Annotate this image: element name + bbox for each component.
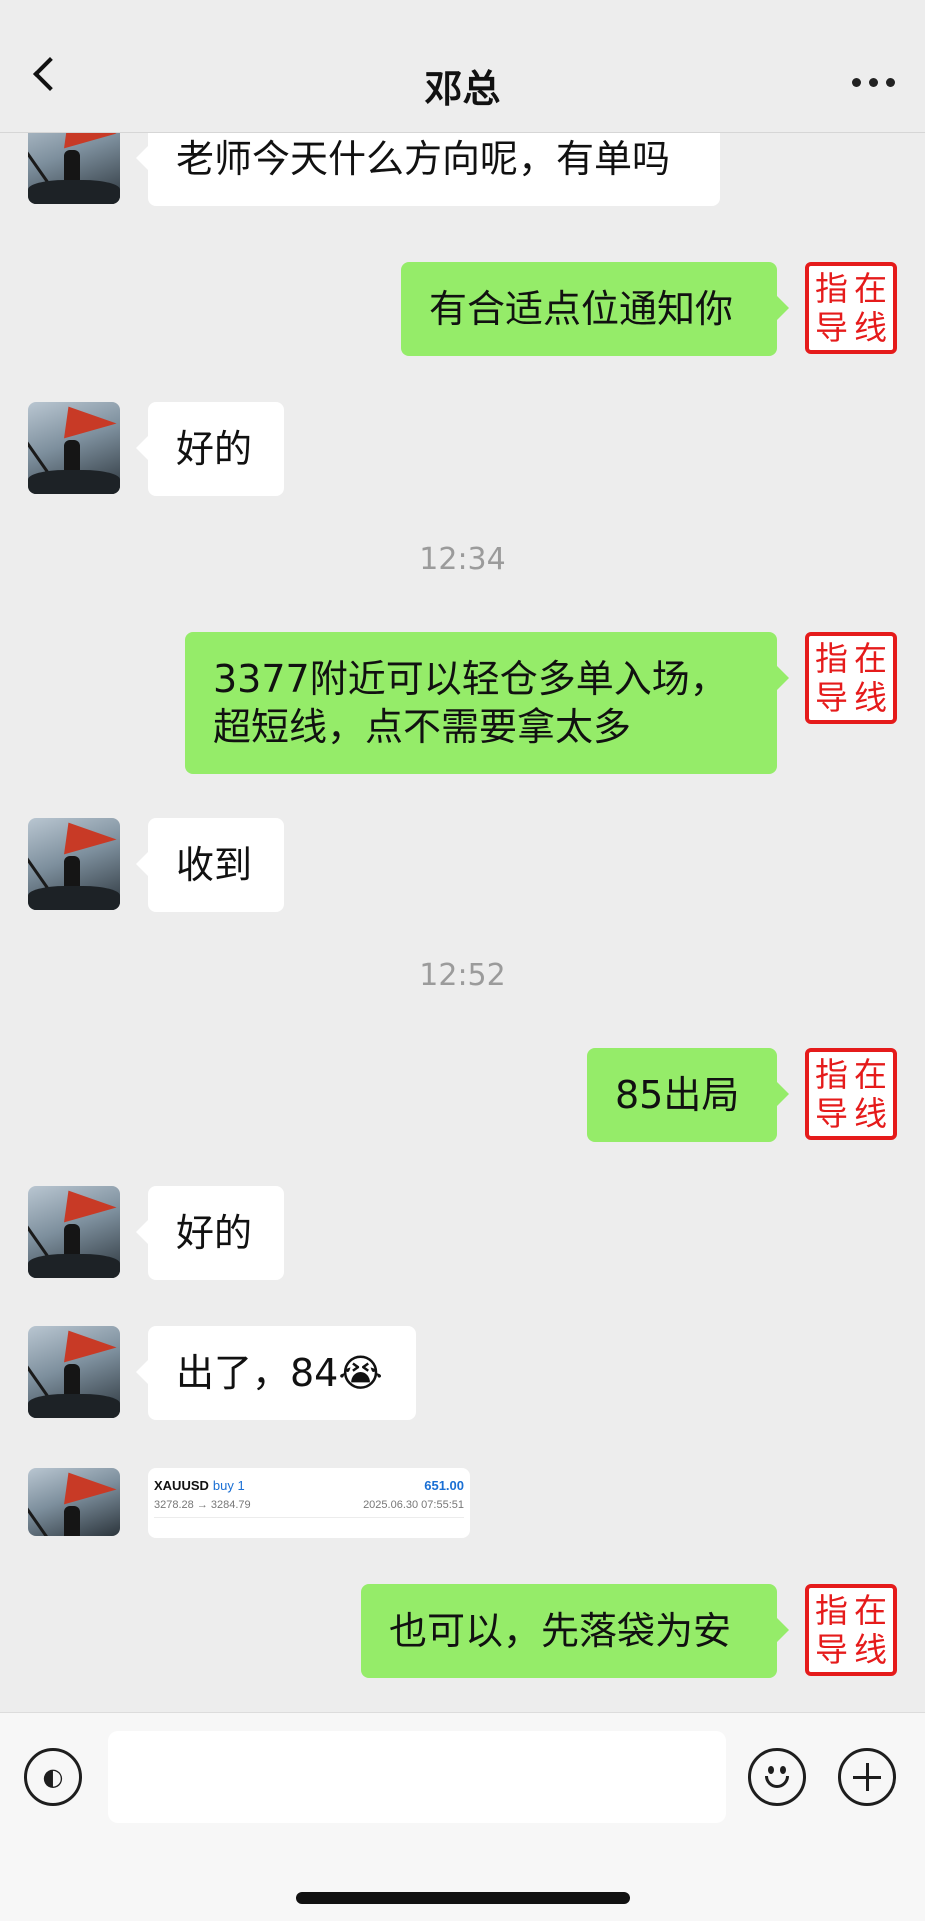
seal-avatar[interactable]: 指在导线 <box>805 262 897 354</box>
trade-prices: 3278.28 → 3284.79 <box>154 1499 251 1511</box>
chat-header: 邓总 <box>0 0 925 133</box>
message-line: 3377附近可以轻仓多单入场， <box>213 657 728 701</box>
trade-time: 2025.06.30 07:55:51 <box>363 1499 464 1511</box>
seal-avatar[interactable]: 指在导线 <box>805 1048 897 1140</box>
seal-avatar[interactable]: 指在导线 <box>805 632 897 724</box>
avatar[interactable] <box>28 818 120 910</box>
message-bubble-outgoing[interactable]: 85出局 <box>587 1048 789 1142</box>
voice-icon[interactable]: ◐ <box>24 1748 82 1806</box>
plus-icon[interactable] <box>838 1748 896 1806</box>
message-list[interactable]: 老师今天什么方向呢，有单吗 有合适点位通知你 指在导线 好的 12:34 337… <box>0 132 925 1712</box>
message-bubble-outgoing[interactable]: 3377附近可以轻仓多单入场， 超短线，点不需要拿太多 <box>185 632 789 774</box>
home-indicator[interactable] <box>296 1892 630 1904</box>
message-line: 超短线，点不需要拿太多 <box>213 705 632 749</box>
trade-screenshot[interactable]: XAUUSD buy 1 651.00 3278.28 → 3284.79 202… <box>148 1468 470 1538</box>
emoji-icon[interactable] <box>748 1748 806 1806</box>
trade-side: buy 1 <box>212 1478 245 1493</box>
message-bubble-incoming[interactable]: 出了，84😭 <box>136 1326 416 1420</box>
avatar[interactable] <box>28 132 120 204</box>
trade-symbol: XAUUSD <box>154 1478 209 1493</box>
message-bubble-incoming[interactable]: 老师今天什么方向呢，有单吗 <box>136 132 720 206</box>
message-bubble-incoming[interactable]: 好的 <box>136 1186 284 1280</box>
timestamp: 12:52 <box>419 958 506 993</box>
input-bar: ◐ <box>0 1712 925 1921</box>
more-icon[interactable] <box>852 78 895 87</box>
seal-avatar[interactable]: 指在导线 <box>805 1584 897 1676</box>
trade-profit: 651.00 <box>424 1478 464 1493</box>
message-bubble-incoming[interactable]: 好的 <box>136 402 284 496</box>
message-bubble-outgoing[interactable]: 也可以，先落袋为安 <box>361 1584 789 1678</box>
avatar[interactable] <box>28 1468 120 1536</box>
avatar[interactable] <box>28 1326 120 1418</box>
avatar[interactable] <box>28 1186 120 1278</box>
message-input[interactable] <box>108 1731 726 1823</box>
message-bubble-incoming[interactable]: 收到 <box>136 818 284 912</box>
timestamp: 12:34 <box>419 542 506 577</box>
message-bubble-outgoing[interactable]: 有合适点位通知你 <box>401 262 789 356</box>
avatar[interactable] <box>28 402 120 494</box>
chat-title: 邓总 <box>424 67 501 111</box>
